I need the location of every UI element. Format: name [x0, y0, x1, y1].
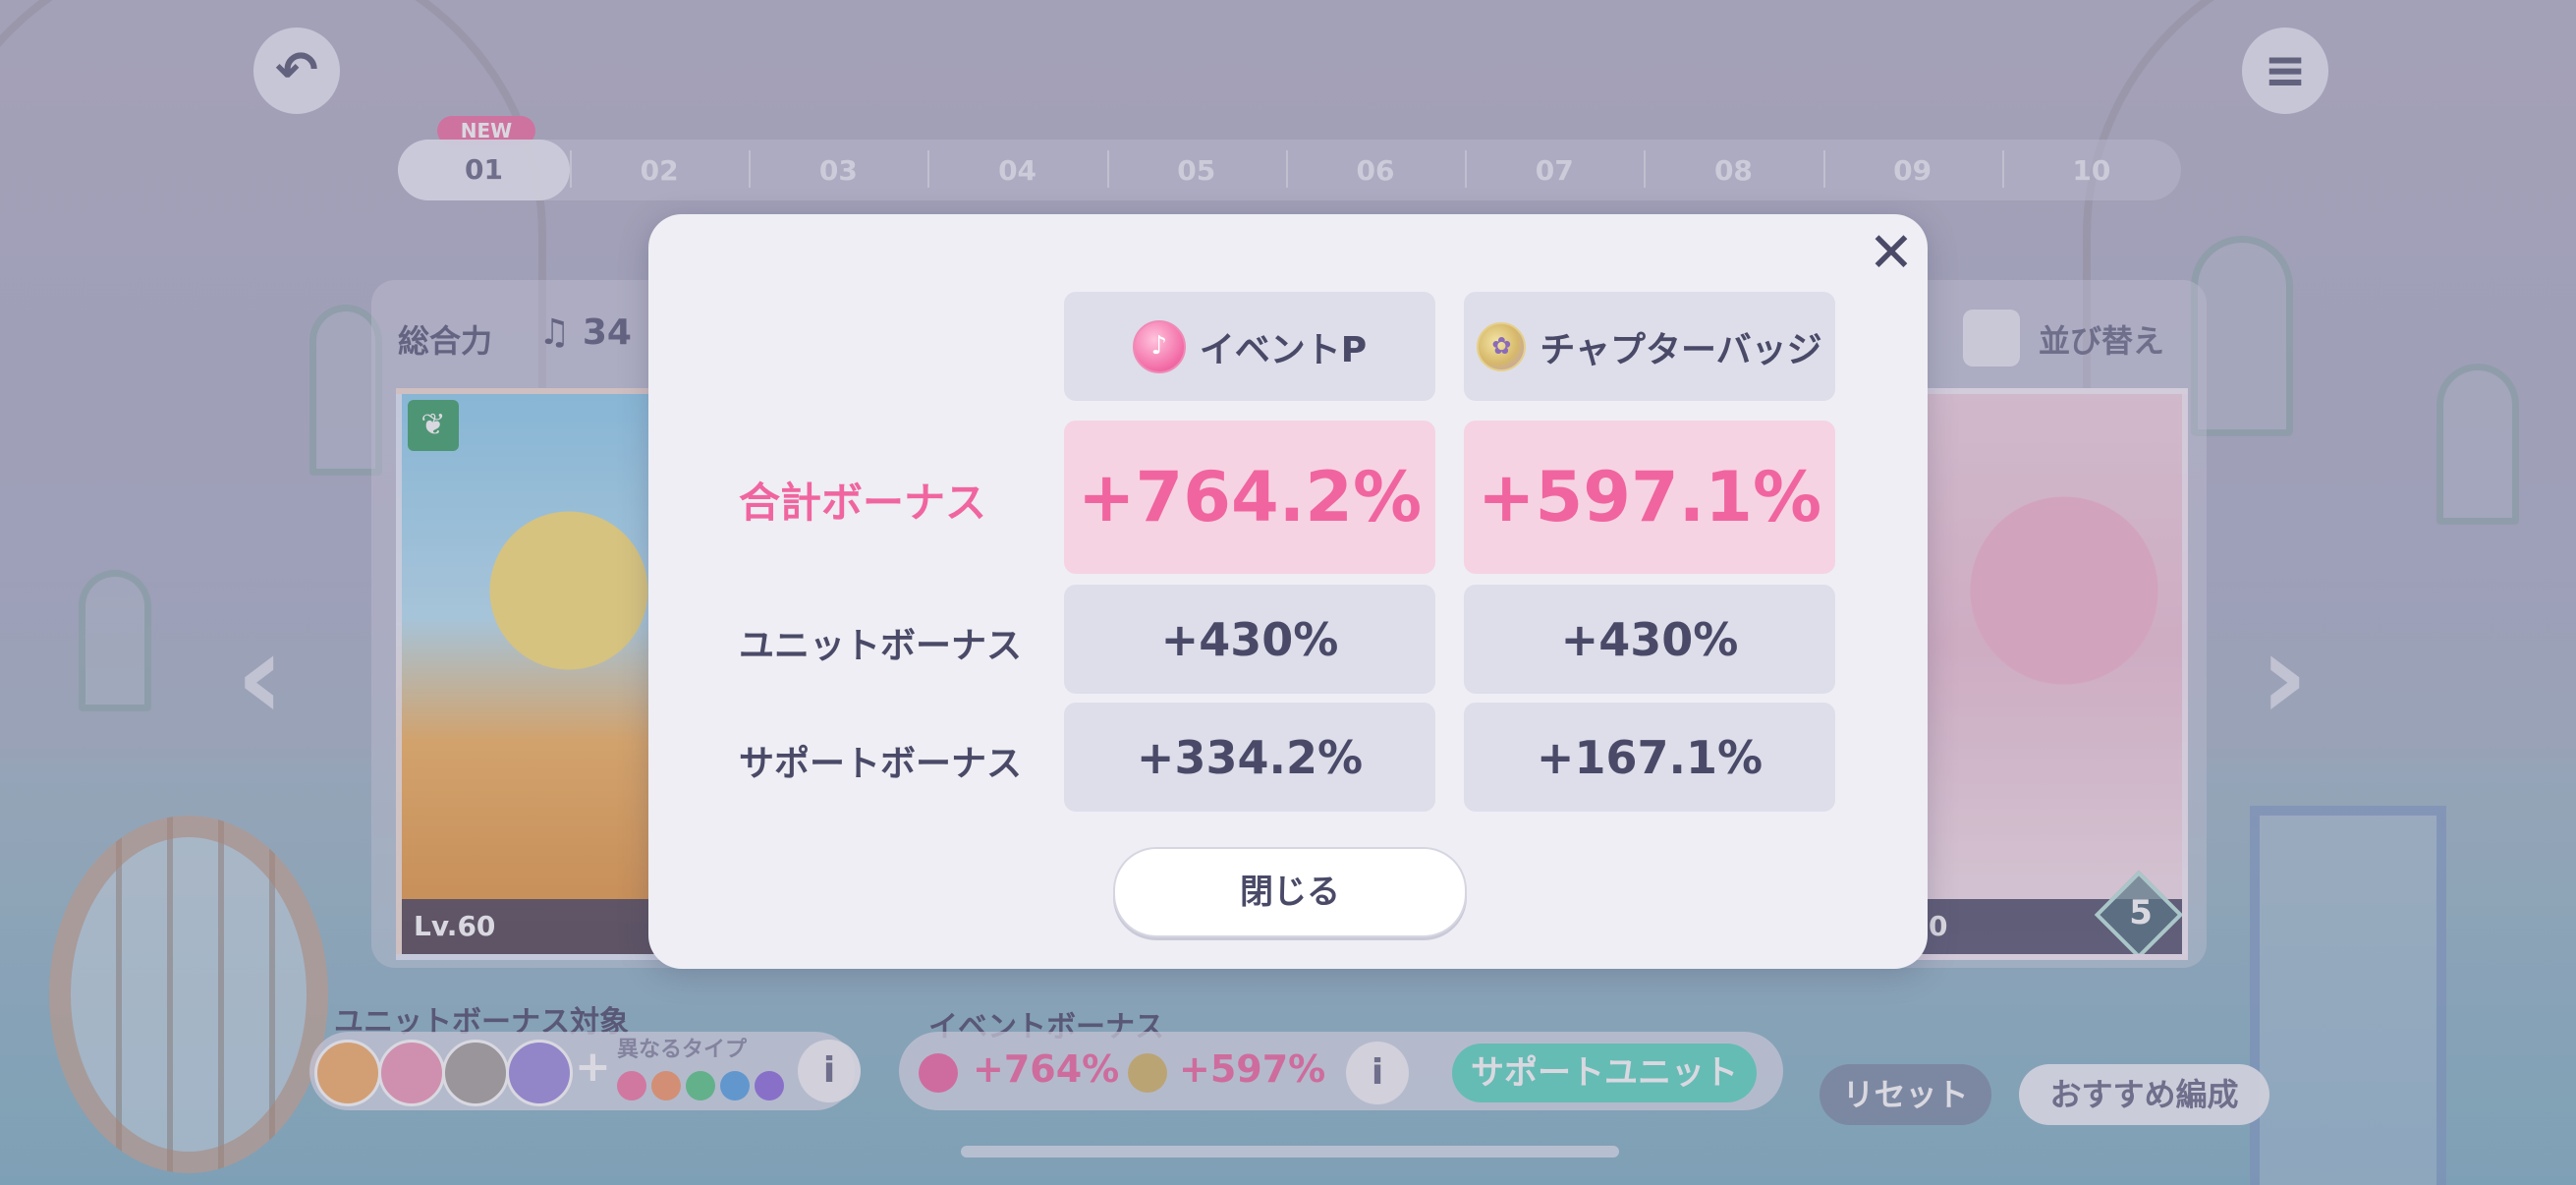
- unit-bonus-chapter-badge: +430%: [1464, 585, 1835, 694]
- chapter-badge-icon: ✿: [1477, 321, 1527, 371]
- row-label-support-bonus: サポートボーナス: [739, 744, 1023, 784]
- column-header-label: イベントP: [1199, 329, 1368, 370]
- support-bonus-chapter-badge: +167.1%: [1464, 703, 1835, 812]
- column-header-label: チャプターバッジ: [1540, 329, 1822, 370]
- column-header-chapter-badge: ✿ チャプターバッジ: [1464, 292, 1835, 401]
- close-icon[interactable]: ✕: [1862, 224, 1921, 283]
- unit-bonus-event-point: +430%: [1064, 585, 1435, 694]
- close-button[interactable]: 閉じる: [1113, 847, 1467, 937]
- support-bonus-event-point: +334.2%: [1064, 703, 1435, 812]
- row-label-unit-bonus: ユニットボーナス: [739, 626, 1023, 666]
- total-bonus-event-point: +764.2%: [1064, 421, 1435, 574]
- column-header-event-point: ♪ イベントP: [1064, 292, 1435, 401]
- row-label-total-bonus: 合計ボーナス: [739, 479, 987, 527]
- event-point-icon: ♪: [1132, 319, 1186, 373]
- total-bonus-chapter-badge: +597.1%: [1464, 421, 1835, 574]
